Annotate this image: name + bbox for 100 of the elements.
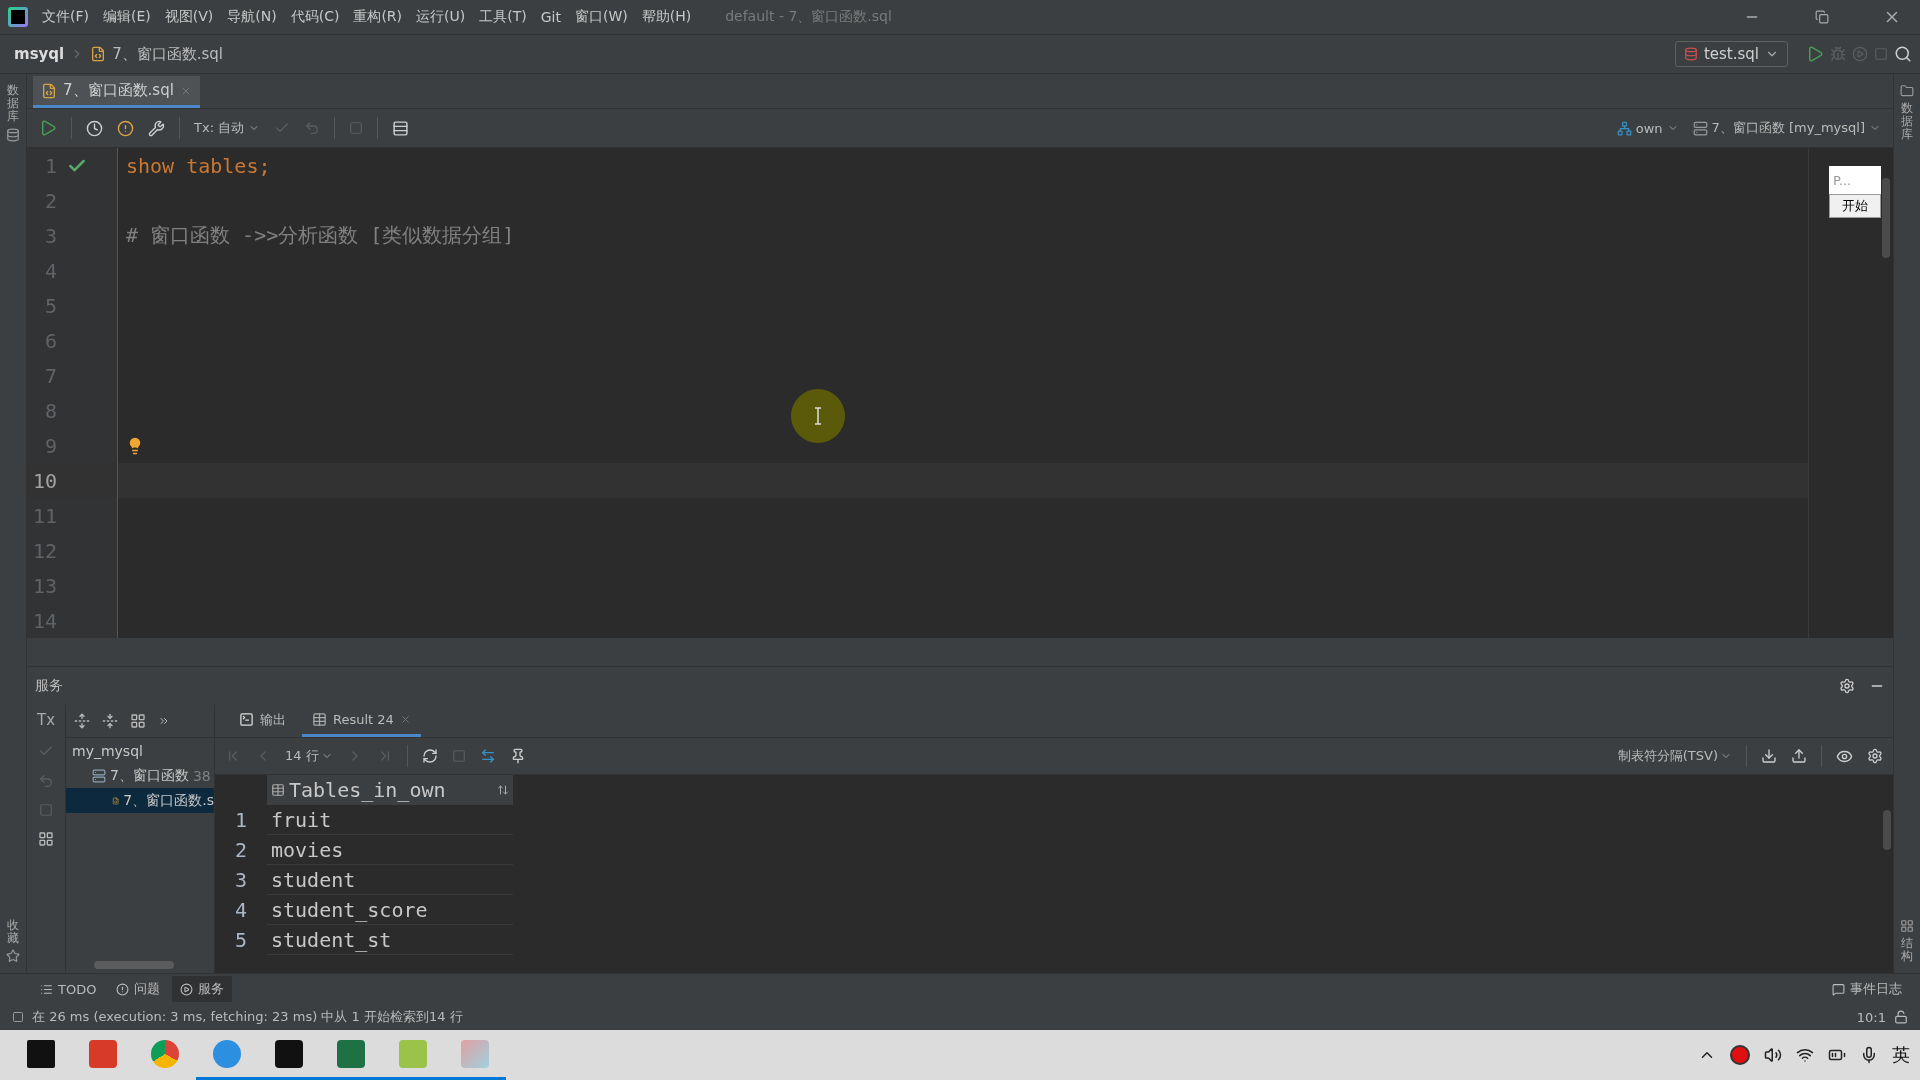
schema-dropdown[interactable]: own	[1616, 120, 1679, 136]
scrollbar-thumb[interactable]	[1882, 178, 1890, 258]
breadcrumb-item[interactable]: msyql	[14, 45, 65, 63]
sort-icon[interactable]	[497, 784, 509, 796]
tx-button[interactable]: Tx	[36, 711, 55, 729]
tool-window-button[interactable]: 服务	[172, 976, 233, 1002]
start-button[interactable]: 开始	[1829, 194, 1881, 218]
run-icon[interactable]	[1806, 45, 1824, 63]
menu-item[interactable]: 工具(T)	[479, 8, 527, 26]
row-number: 5	[233, 927, 248, 954]
microphone-icon[interactable]	[1860, 1046, 1878, 1064]
row-number: 1	[233, 807, 248, 834]
database-icon[interactable]	[6, 127, 20, 142]
layout-icon[interactable]	[392, 119, 410, 137]
parameter-icon[interactable]	[117, 119, 134, 137]
close-icon[interactable]	[399, 714, 411, 725]
panel-title: 服务	[35, 677, 64, 695]
tree-item[interactable]: my_mysql	[66, 738, 214, 763]
restore-icon[interactable]	[1815, 10, 1829, 24]
message-icon	[1832, 982, 1845, 996]
server-icon	[1692, 120, 1708, 136]
menu-item[interactable]: 运行(U)	[416, 8, 466, 26]
download-icon[interactable]	[1761, 748, 1777, 764]
export-format-dropdown[interactable]: 制表符分隔(TSV)	[1617, 747, 1732, 765]
run-config-dropdown[interactable]: test.sql	[1674, 41, 1788, 67]
compare-icon[interactable]	[479, 748, 496, 764]
column-icon	[271, 783, 285, 797]
unlock-icon[interactable]	[1894, 1010, 1908, 1024]
schema-icon	[1616, 120, 1632, 136]
input-method-indicator[interactable]: 英	[1892, 1043, 1910, 1067]
table-cell: movies	[267, 835, 513, 865]
text-cursor-icon	[814, 407, 822, 425]
menu-item[interactable]: 导航(N)	[227, 8, 277, 26]
code-line: show tables;	[126, 153, 271, 178]
settings-icon[interactable]	[1839, 678, 1855, 694]
menu-item[interactable]: 重构(R)	[353, 8, 403, 26]
layout-icon[interactable]	[38, 831, 54, 847]
record-icon[interactable]	[1730, 1045, 1750, 1065]
group-icon[interactable]	[130, 713, 146, 729]
app-icon[interactable]	[275, 1039, 303, 1068]
star-icon[interactable]	[6, 949, 20, 963]
breadcrumb-item[interactable]: 7、窗口函数.sql	[112, 44, 224, 64]
result-tab[interactable]: 输出	[229, 705, 296, 737]
menu-item[interactable]: 帮助(H)	[641, 8, 692, 26]
expand-all-icon[interactable]	[74, 713, 90, 729]
line-number: 10	[31, 468, 57, 493]
tx-mode-dropdown[interactable]: Tx: 自动	[194, 119, 261, 137]
menu-item[interactable]: 窗口(W)	[574, 8, 628, 26]
search-icon[interactable]	[1894, 45, 1912, 63]
wrench-icon[interactable]	[148, 119, 165, 137]
spreadsheet-icon[interactable]	[337, 1039, 365, 1068]
history-icon[interactable]	[86, 119, 103, 137]
server-icon	[92, 768, 106, 783]
tool-window-button[interactable]: TODO	[32, 977, 105, 1001]
refresh-icon[interactable]	[421, 748, 438, 764]
status-message: 在 26 ms (execution: 3 ms, fetching: 23 ms) 中从 1 开始检索到14 行	[32, 1008, 464, 1026]
side-panel-label[interactable]: 数据库	[1901, 102, 1913, 142]
popup-text: P...	[1829, 166, 1881, 194]
console-icon	[239, 712, 254, 727]
side-panel-label[interactable]: 收藏	[7, 918, 19, 945]
list-icon	[40, 982, 53, 996]
column-header[interactable]: Tables_in_own	[267, 775, 513, 805]
side-panel-label[interactable]: 数据库	[7, 84, 19, 124]
settings-icon[interactable]	[1867, 748, 1883, 764]
scrollbar-thumb[interactable]	[1883, 810, 1891, 850]
database-icon	[1683, 47, 1698, 61]
more-icon[interactable]	[158, 715, 170, 727]
table-icon	[312, 712, 327, 727]
side-panel-label[interactable]: 结构	[1901, 936, 1913, 963]
row-number: 3	[233, 867, 248, 894]
row-number: 2	[233, 837, 248, 864]
event-log-button[interactable]: 事件日志	[1824, 976, 1910, 1002]
wifi-icon[interactable]	[1796, 1046, 1814, 1064]
tree-item[interactable]: 7、窗口函数 38	[66, 763, 214, 788]
menu-item[interactable]: Git	[540, 9, 561, 25]
menu-item[interactable]: 视图(V)	[164, 8, 214, 26]
row-count-dropdown[interactable]: 14 行	[285, 747, 333, 765]
volume-icon[interactable]	[1764, 1046, 1782, 1064]
folder-icon[interactable]	[1900, 84, 1914, 98]
upload-icon[interactable]	[1791, 748, 1807, 764]
alert-icon	[116, 982, 130, 996]
tree-item[interactable]: 7、窗口函数.s	[66, 788, 214, 813]
table-cell: student	[267, 865, 513, 895]
browser-icon[interactable]	[151, 1039, 179, 1068]
app-logo	[8, 7, 28, 27]
collapse-all-icon[interactable]	[102, 713, 118, 729]
code-comment: # 窗口函数 ->>分析函数 [类似数据分组]	[126, 222, 515, 249]
structure-icon[interactable]	[1900, 918, 1914, 933]
session-dropdown[interactable]: 7、窗口函数 [my_mysql]	[1692, 119, 1881, 137]
scrollbar-thumb[interactable]	[94, 961, 174, 969]
menu-item[interactable]: 代码(C)	[290, 8, 340, 26]
result-tab[interactable]: Result 24	[302, 705, 421, 737]
row-number: 4	[233, 897, 248, 924]
run-icon[interactable]	[39, 119, 57, 137]
caret-position[interactable]: 10:1	[1856, 1009, 1886, 1025]
tool-window-button[interactable]: 问题	[108, 976, 169, 1002]
menu-item[interactable]: 编辑(E)	[103, 8, 151, 26]
menu-item[interactable]: 文件(F)	[42, 8, 89, 26]
editor-tab[interactable]: 7、窗口函数.sql	[33, 76, 200, 108]
start-icon[interactable]	[27, 1039, 55, 1068]
